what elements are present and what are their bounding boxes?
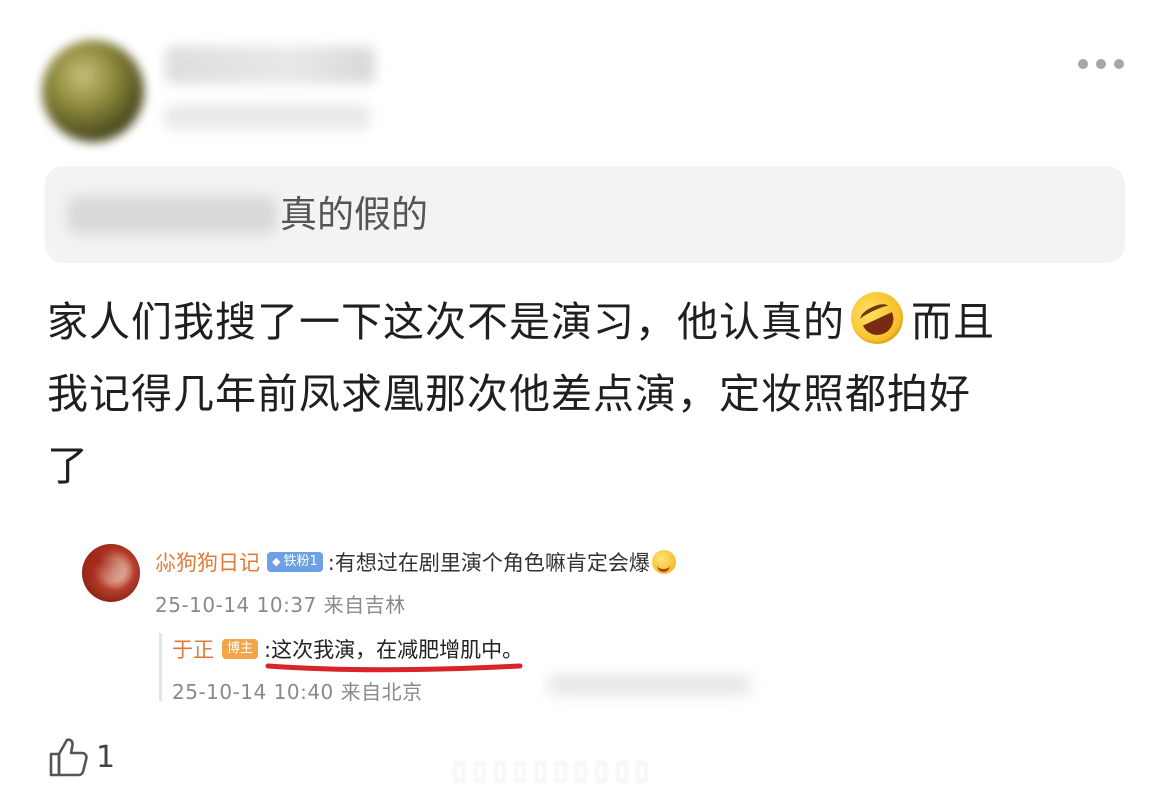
reply-meta: 25-10-14 10:40 来自北京: [172, 680, 423, 704]
like-count: 1: [96, 739, 116, 775]
post-body-line: 了: [47, 430, 1127, 502]
quoted-user-redacted: [67, 196, 277, 234]
reply-divider: [159, 633, 162, 701]
post-body-line: 我记得几年前凤求凰那次他差点演，定妆照都拍好: [47, 358, 1127, 430]
post-meta-redacted: [165, 104, 370, 130]
commenter-avatar[interactable]: [82, 544, 140, 602]
author-avatar[interactable]: [42, 40, 144, 142]
comment-meta: 25-10-14 10:37 来自吉林: [155, 593, 406, 617]
post-text: 而且: [911, 298, 995, 346]
ellipsis-icon: [1096, 59, 1106, 69]
more-options-button[interactable]: [1078, 56, 1124, 72]
faint-watermark: ▯▯▯▯▯▯▯▯▯▯: [452, 756, 656, 786]
redacted-strip: [548, 674, 752, 696]
comment-text: :有想过在剧里演个角色嘛肯定会爆: [327, 551, 650, 575]
commenter-name[interactable]: 尛狗狗日记: [155, 547, 260, 577]
fan-badge: ◆ 铁粉1: [267, 552, 323, 572]
post-body: 家人们我搜了一下这次不是演习，他认真的 而且 我记得几年前凤求凰那次他差点演，定妆…: [47, 283, 1127, 502]
diamond-icon: ◆: [272, 555, 281, 568]
quoted-text: 真的假的: [280, 193, 428, 236]
ellipsis-icon: [1078, 59, 1088, 69]
comment-header: 尛狗狗日记 ◆ 铁粉1 :有想过在剧里演个角色嘛肯定会爆: [155, 546, 676, 578]
post-text: 家人们我搜了一下这次不是演习，他认真的: [47, 298, 845, 346]
rolling-laughing-emoji-icon: [842, 283, 912, 353]
fan-badge-label: 铁粉1: [283, 554, 318, 569]
thumbs-up-icon: [49, 738, 88, 777]
reply-author-name[interactable]: 于正: [172, 634, 214, 664]
host-badge: 博主: [222, 639, 259, 659]
post-text: 了: [47, 442, 89, 490]
quoted-reply[interactable]: 真的假的: [45, 166, 1125, 263]
author-name-redacted[interactable]: [165, 46, 375, 84]
post-text: 我记得几年前凤求凰那次他差点演，定妆照都拍好: [47, 370, 971, 418]
post-body-line: 家人们我搜了一下这次不是演习，他认真的 而且: [47, 283, 1127, 358]
drooling-face-emoji-icon: [651, 550, 676, 574]
ellipsis-icon: [1114, 59, 1124, 69]
like-button[interactable]: 1: [46, 733, 115, 781]
